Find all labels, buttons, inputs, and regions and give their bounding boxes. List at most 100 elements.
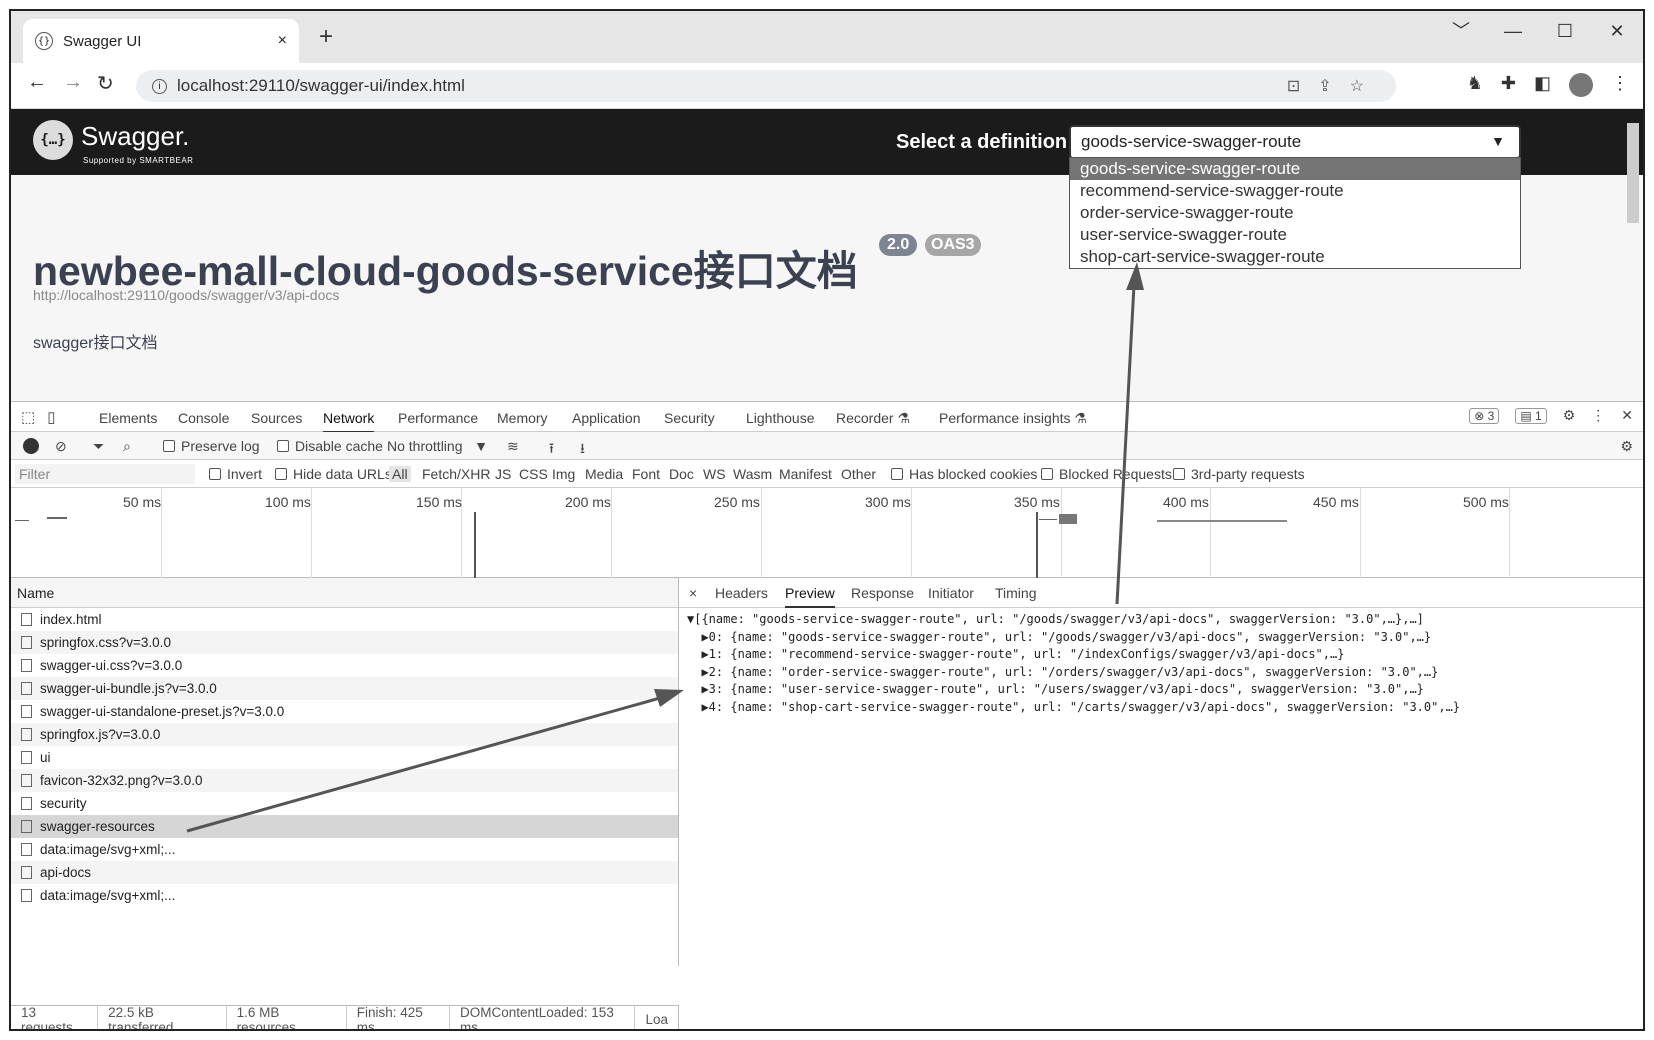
tab-performance[interactable]: Performance <box>398 410 478 426</box>
inspect-icon[interactable]: ⬚ <box>21 409 47 426</box>
forward-icon[interactable]: → <box>63 71 83 94</box>
error-count-badge[interactable]: ⊗ 3 <box>1469 407 1500 424</box>
network-settings-icon[interactable]: ⚙ <box>1620 438 1633 455</box>
type-filter-ws[interactable]: WS <box>703 466 726 482</box>
request-row[interactable]: ui <box>11 746 678 769</box>
request-row[interactable]: swagger-ui.css?v=3.0.0 <box>11 654 678 677</box>
address-url[interactable]: localhost:29110/swagger-ui/index.html <box>177 76 465 96</box>
tab-recorder[interactable]: Recorder ⚗ <box>836 410 910 427</box>
network-timeline[interactable]: 50 ms 100 ms 150 ms 200 ms 250 ms 300 ms… <box>11 488 1643 578</box>
disable-cache-checkbox[interactable]: Disable cache <box>277 438 383 454</box>
browser-tab[interactable]: {} Swagger UI × <box>23 19 299 63</box>
type-filter-media[interactable]: Media <box>585 466 623 482</box>
tab-performance-insights[interactable]: Performance insights ⚗ <box>939 410 1087 427</box>
type-filter-doc[interactable]: Doc <box>669 466 694 482</box>
tab-headers[interactable]: Headers <box>715 585 768 601</box>
json-root-line[interactable]: ▼[{name: "goods-service-swagger-route", … <box>687 612 1643 630</box>
type-filter-img[interactable]: Img <box>552 466 575 482</box>
request-row[interactable]: springfox.js?v=3.0.0 <box>11 723 678 746</box>
type-filter-js[interactable]: JS <box>495 466 511 482</box>
request-row[interactable]: swagger-ui-standalone-preset.js?v=3.0.0 <box>11 700 678 723</box>
device-toolbar-icon[interactable]: ▯ <box>47 409 67 426</box>
tab-lighthouse[interactable]: Lighthouse <box>746 410 815 426</box>
name-column-header[interactable]: Name <box>11 578 678 608</box>
tab-elements[interactable]: Elements <box>99 410 157 426</box>
clear-icon[interactable]: ⊘ <box>55 438 67 455</box>
type-filter-fetch[interactable]: Fetch/XHR <box>422 466 490 482</box>
tab-console[interactable]: Console <box>178 410 229 426</box>
devtools-menu-icon[interactable]: ⋮ <box>1591 407 1605 424</box>
back-icon[interactable]: ← <box>27 71 47 94</box>
dropdown-option[interactable]: user-service-swagger-route <box>1070 224 1520 246</box>
request-row[interactable]: favicon-32x32.png?v=3.0.0 <box>11 769 678 792</box>
side-panel-icon[interactable]: ◧ <box>1534 73 1551 97</box>
close-devtools-icon[interactable]: ✕ <box>1621 407 1633 424</box>
json-item-line[interactable]: ▶2: {name: "order-service-swagger-route"… <box>687 665 1643 683</box>
tab-memory[interactable]: Memory <box>497 410 548 426</box>
definition-select[interactable]: goods-service-swagger-route ▼ <box>1069 125 1521 159</box>
maximize-icon[interactable]: ☐ <box>1539 11 1591 63</box>
address-bar[interactable]: i localhost:29110/swagger-ui/index.html … <box>136 70 1396 102</box>
json-item-line[interactable]: ▶0: {name: "goods-service-swagger-route"… <box>687 630 1643 648</box>
filter-funnel-icon[interactable]: ⏷ <box>93 438 104 455</box>
close-detail-icon[interactable]: × <box>689 585 697 601</box>
search-icon[interactable]: ⌕ <box>123 438 131 455</box>
filter-input[interactable]: Filter <box>15 464 195 484</box>
tab-security[interactable]: Security <box>664 410 715 426</box>
type-filter-font[interactable]: Font <box>632 466 660 482</box>
json-item-line[interactable]: ▶1: {name: "recommend-service-swagger-ro… <box>687 647 1643 665</box>
throttling-select[interactable]: No throttling ▼ <box>387 438 488 454</box>
tab-network[interactable]: Network <box>323 410 375 433</box>
tab-close-icon[interactable]: × <box>278 32 287 50</box>
record-icon[interactable] <box>23 438 39 454</box>
site-info-icon[interactable]: i <box>152 78 167 94</box>
settings-gear-icon[interactable]: ⚙ <box>1563 407 1576 424</box>
request-row[interactable]: data:image/svg+xml;... <box>11 838 678 861</box>
has-blocked-cookies-checkbox[interactable]: Has blocked cookies <box>891 466 1037 482</box>
blocked-requests-checkbox[interactable]: Blocked Requests <box>1041 466 1172 482</box>
tab-sources[interactable]: Sources <box>251 410 302 426</box>
request-row[interactable]: swagger-resources <box>11 815 678 838</box>
type-filter-all[interactable]: All <box>389 466 411 482</box>
new-tab-button[interactable]: + <box>319 23 333 51</box>
message-count-badge[interactable]: ▤ 1 <box>1515 407 1547 424</box>
preserve-log-checkbox[interactable]: Preserve log <box>163 438 260 454</box>
import-har-icon[interactable]: ⭱ <box>549 438 554 462</box>
tab-initiator[interactable]: Initiator <box>928 585 974 601</box>
request-row[interactable]: data:image/svg+xml;... <box>11 884 678 907</box>
type-filter-wasm[interactable]: Wasm <box>733 466 772 482</box>
api-docs-link[interactable]: http://localhost:29110/goods/swagger/v3/… <box>33 287 339 303</box>
reload-icon[interactable]: ↻ <box>97 71 114 96</box>
request-row[interactable]: security <box>11 792 678 815</box>
close-window-icon[interactable]: ✕ <box>1591 11 1643 63</box>
json-item-line[interactable]: ▶4: {name: "shop-cart-service-swagger-ro… <box>687 700 1643 718</box>
request-row[interactable]: swagger-ui-bundle.js?v=3.0.0 <box>11 677 678 700</box>
page-scrollbar[interactable] <box>1627 123 1639 223</box>
json-item-line[interactable]: ▶3: {name: "user-service-swagger-route",… <box>687 682 1643 700</box>
type-filter-manifest[interactable]: Manifest <box>779 466 832 482</box>
menu-kebab-icon[interactable]: ⋮ <box>1611 73 1629 97</box>
hide-data-urls-checkbox[interactable]: Hide data URLs <box>275 466 392 482</box>
evernote-icon[interactable]: ♞ <box>1467 73 1483 97</box>
tab-preview[interactable]: Preview <box>785 585 835 608</box>
dropdown-option[interactable]: recommend-service-swagger-route <box>1070 180 1520 202</box>
type-filter-other[interactable]: Other <box>841 466 876 482</box>
translate-icon[interactable]: ⊡ <box>1287 78 1318 95</box>
tab-timing[interactable]: Timing <box>995 585 1037 601</box>
minimize-icon[interactable]: — <box>1487 11 1539 63</box>
bookmark-star-icon[interactable]: ☆ <box>1350 78 1382 95</box>
extensions-puzzle-icon[interactable]: ✚ <box>1501 73 1516 97</box>
request-row[interactable]: index.html <box>11 608 678 631</box>
tab-search-icon[interactable]: ﹀ <box>1435 11 1487 63</box>
dropdown-option[interactable]: shop-cart-service-swagger-route <box>1070 246 1520 268</box>
network-conditions-icon[interactable]: ≋ <box>507 438 519 455</box>
invert-checkbox[interactable]: Invert <box>209 466 262 482</box>
dropdown-option[interactable]: goods-service-swagger-route <box>1070 158 1520 180</box>
tab-response[interactable]: Response <box>851 585 914 601</box>
profile-avatar-icon[interactable] <box>1569 73 1593 97</box>
export-har-icon[interactable]: ⭳ <box>580 438 585 462</box>
request-row[interactable]: springfox.css?v=3.0.0 <box>11 631 678 654</box>
third-party-checkbox[interactable]: 3rd-party requests <box>1173 466 1305 482</box>
type-filter-css[interactable]: CSS <box>519 466 548 482</box>
share-icon[interactable]: ⇪ <box>1318 78 1349 95</box>
